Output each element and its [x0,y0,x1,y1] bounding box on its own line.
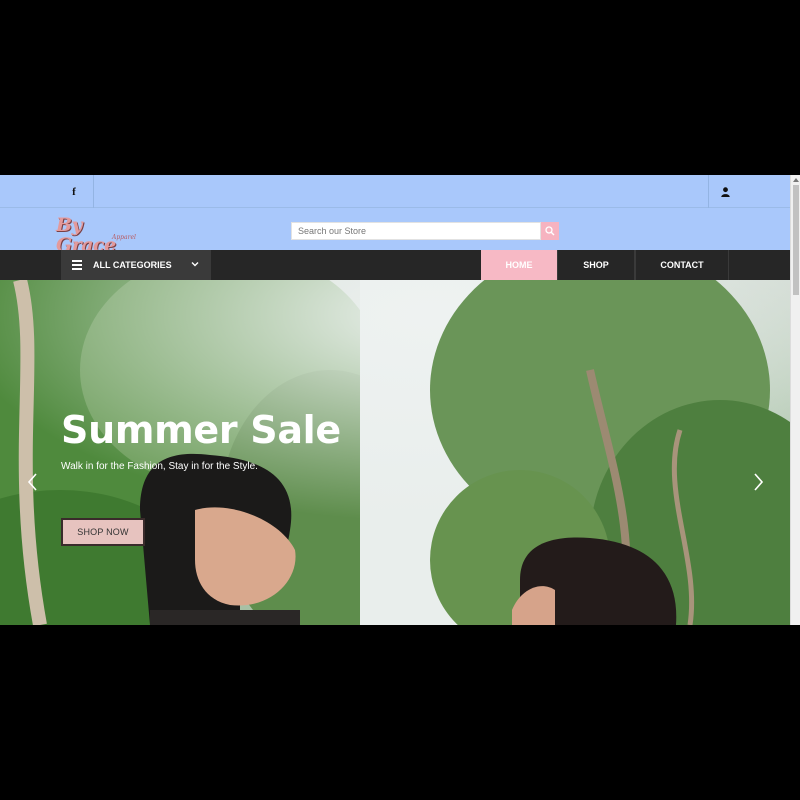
site-header: By Grace Apparel Search our Store [0,208,790,255]
page-scrollbar[interactable] [790,175,800,625]
hero-photo [0,280,790,625]
logo-subtext: Apparel [112,234,136,241]
search-input[interactable]: Search our Store [291,222,541,240]
hero-title: Summer Sale [61,408,341,452]
top-bar: f [0,175,790,208]
nav-shop[interactable]: SHOP [558,250,635,280]
shop-now-button[interactable]: SHOP NOW [61,518,145,546]
chevron-down-icon [191,262,199,267]
user-icon[interactable] [708,175,742,208]
site-logo[interactable]: By Grace Apparel [56,215,146,255]
scrollbar-thumb[interactable] [793,185,799,295]
hamburger-icon [72,258,82,272]
nav-contact[interactable]: CONTACT [635,250,729,280]
nav-home[interactable]: HOME [481,250,558,280]
hero-banner: Summer Sale Walk in for the Fashion, Sta… [0,280,790,625]
chevron-left-icon[interactable] [26,472,40,492]
main-navigation: ALL CATEGORIES HOME SHOP CONTACT [0,250,790,280]
scroll-up-icon[interactable] [793,177,799,182]
categories-label: ALL CATEGORIES [93,260,172,270]
hero-subtitle: Walk in for the Fashion, Stay in for the… [61,461,258,472]
facebook-icon[interactable]: f [55,175,94,208]
all-categories-dropdown[interactable]: ALL CATEGORIES [61,250,211,280]
browser-viewport: f By Grace Apparel Search our Store ALL … [0,175,800,625]
search-icon[interactable] [541,222,559,240]
chevron-right-icon[interactable] [751,472,765,492]
